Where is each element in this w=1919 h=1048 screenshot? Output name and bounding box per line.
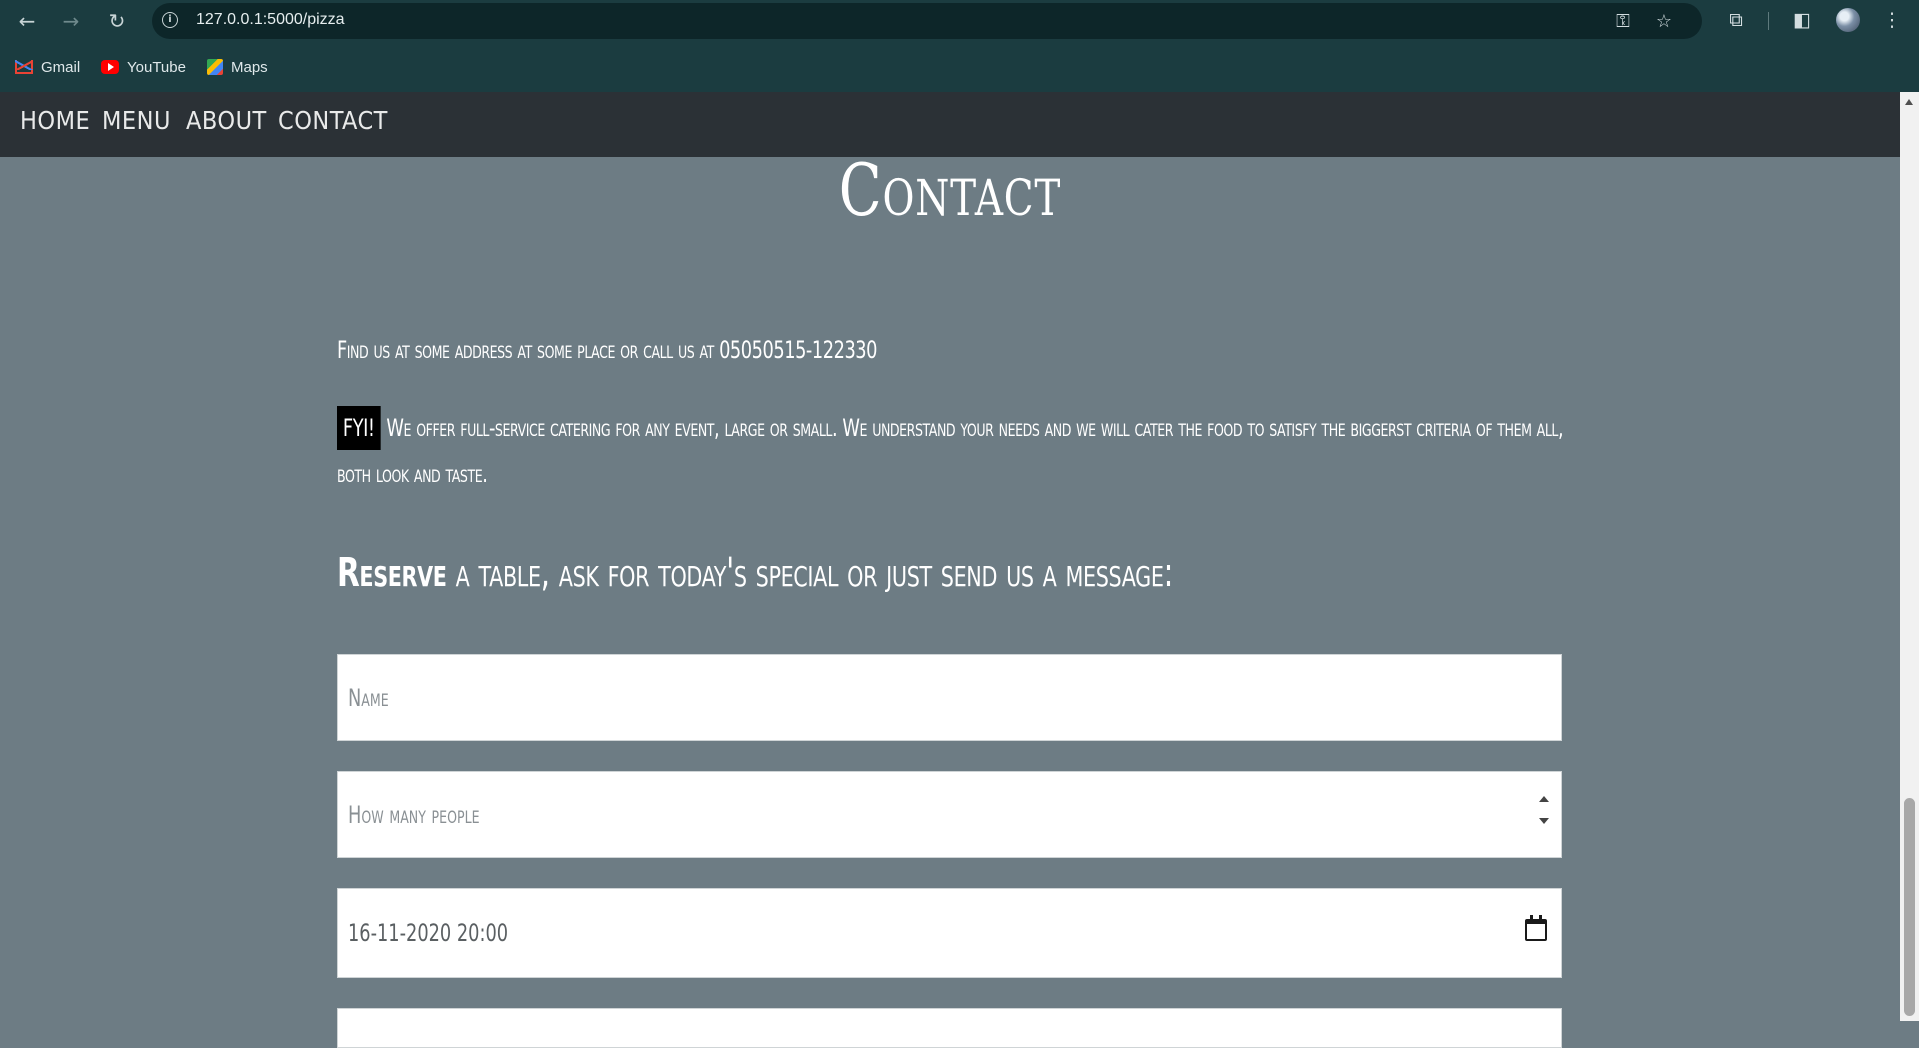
back-arrow-icon[interactable]: ← (14, 8, 40, 34)
extensions-puzzle-icon[interactable]: ⧉ (1724, 8, 1748, 32)
browser-toolbar: ← → ↻ i 127.0.0.1:5000/pizza ⚿ ☆ ⧉ ◧ ⋮ (0, 0, 1919, 42)
nav-about[interactable]: ABOUT (186, 106, 267, 135)
toolbar-divider (1768, 12, 1769, 30)
calendar-icon[interactable] (1525, 915, 1547, 941)
number-spinner[interactable] (1535, 792, 1551, 836)
bookmark-youtube[interactable]: YouTube (101, 57, 186, 77)
bookmark-label: YouTube (127, 58, 186, 76)
reload-icon[interactable]: ↻ (104, 8, 130, 34)
more-menu-icon[interactable]: ⋮ (1880, 8, 1904, 32)
profile-avatar[interactable] (1836, 8, 1860, 32)
name-field[interactable]: Name (337, 654, 1562, 741)
bookmark-gmail[interactable]: Gmail (15, 57, 80, 77)
forward-arrow-icon[interactable]: → (58, 8, 84, 34)
people-placeholder: How many people (348, 800, 480, 829)
spin-down-icon[interactable] (1539, 818, 1549, 824)
side-panel-icon[interactable]: ◧ (1790, 8, 1814, 32)
message-field[interactable] (337, 1008, 1562, 1048)
key-icon[interactable]: ⚿ (1612, 11, 1634, 33)
star-bookmark-icon[interactable]: ☆ (1653, 11, 1675, 33)
youtube-icon (101, 60, 119, 74)
reserve-heading: Reserve a table, ask for today's special… (337, 550, 1244, 596)
fyi-badge: FYI! (337, 406, 381, 450)
page-scrollbar[interactable] (1900, 92, 1919, 1021)
catering-paragraph: FYI! We offer full-service catering for a… (337, 405, 1564, 497)
gmail-icon (15, 60, 33, 74)
datetime-value: 16-11-2020 20:00 (348, 919, 509, 947)
people-field[interactable]: How many people (337, 771, 1562, 858)
page-title: Contact (838, 148, 1062, 232)
nav-home[interactable]: HOME (20, 106, 90, 135)
bookmark-label: Maps (231, 58, 268, 76)
bookmark-label: Gmail (41, 58, 81, 76)
scroll-up-arrow-icon[interactable] (1905, 99, 1913, 105)
maps-icon (207, 59, 223, 75)
nav-contact[interactable]: CONTACT (278, 106, 388, 135)
bookmarks-bar: Gmail YouTube Maps (0, 42, 1919, 92)
name-placeholder: Name (348, 683, 389, 712)
reserve-rest: a table, ask for today's special or just… (455, 550, 1174, 596)
datetime-field[interactable]: 16-11-2020 20:00 (337, 888, 1562, 978)
url-text[interactable]: 127.0.0.1:5000/pizza (196, 11, 345, 29)
address-text: Find us at some address at some place or… (337, 336, 878, 364)
bookmark-maps[interactable]: Maps (207, 57, 268, 77)
catering-text: We offer full-service catering for any e… (337, 414, 1564, 488)
site-info-icon[interactable]: i (162, 12, 178, 28)
scrollbar-thumb[interactable] (1904, 798, 1915, 1016)
reserve-bold: Reserve (337, 550, 447, 596)
address-bar[interactable]: i 127.0.0.1:5000/pizza ⚿ ☆ (152, 3, 1702, 39)
spin-up-icon[interactable] (1539, 796, 1549, 802)
nav-menu[interactable]: MENU (102, 106, 171, 135)
